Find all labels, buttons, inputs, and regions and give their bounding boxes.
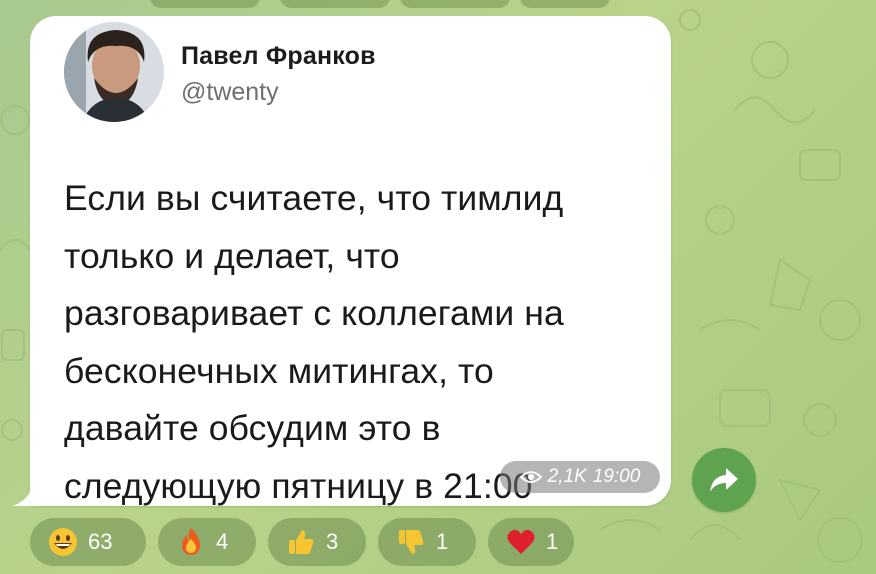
author-avatar[interactable] <box>64 22 164 122</box>
previous-reactions-partial <box>0 0 876 8</box>
grinning-face-icon <box>48 527 78 557</box>
author-handle[interactable]: @twenty <box>181 78 279 107</box>
reaction-thumbs-down[interactable]: 1 <box>378 518 476 566</box>
fire-icon <box>176 527 206 557</box>
reaction-thumbs-up[interactable]: 3 <box>268 518 366 566</box>
share-arrow-icon <box>710 468 738 492</box>
author-name[interactable]: Павел Франков <box>181 42 376 71</box>
thumbs-down-icon <box>396 527 426 557</box>
share-button[interactable] <box>692 448 756 512</box>
reaction-count: 1 <box>546 529 559 554</box>
views-count: 2,1K <box>547 466 587 487</box>
reaction-grinning[interactable]: 63 <box>30 518 146 566</box>
reaction-count: 63 <box>88 529 113 554</box>
reaction-count: 3 <box>326 529 339 554</box>
reaction-count: 4 <box>216 529 229 554</box>
message-meta: 2,1K 19:00 <box>500 461 660 493</box>
message-time: 19:00 <box>592 466 641 487</box>
reaction-count: 1 <box>436 529 449 554</box>
reaction-fire[interactable]: 4 <box>158 518 256 566</box>
avatar-photo <box>64 22 164 122</box>
thumbs-up-icon <box>286 527 316 557</box>
reaction-heart[interactable]: 1 <box>488 518 574 566</box>
views-eye-icon <box>519 471 542 483</box>
red-heart-icon <box>506 527 536 557</box>
